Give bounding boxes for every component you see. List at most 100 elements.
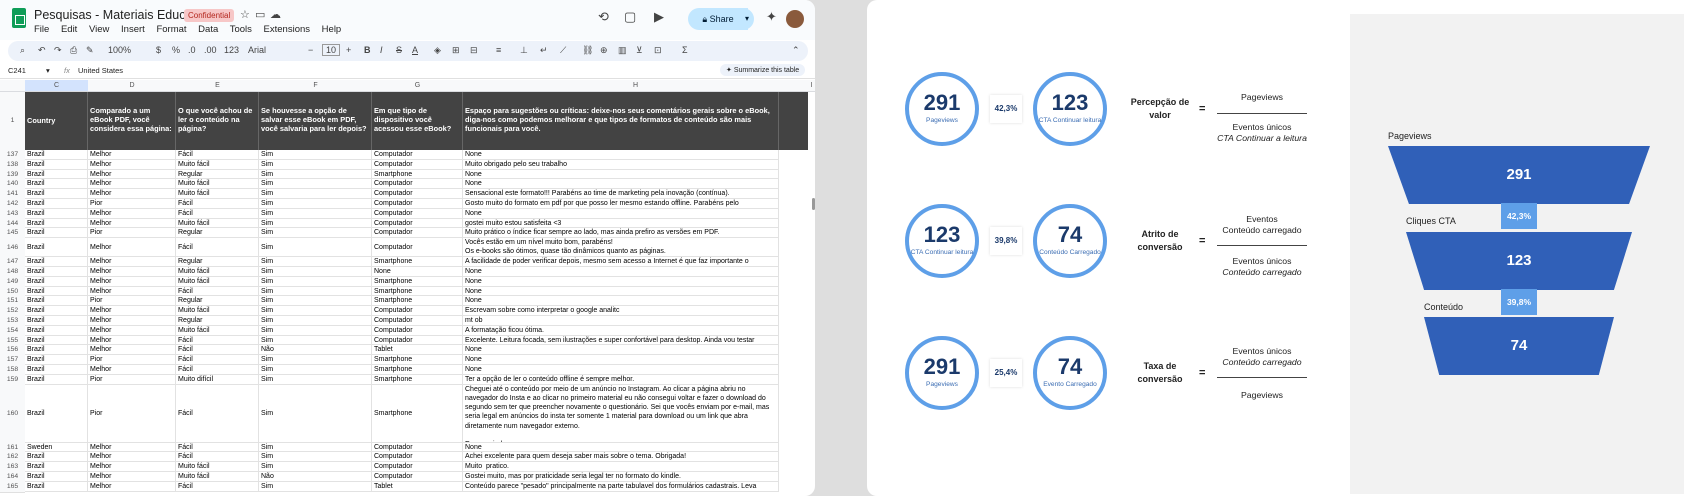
cell-device[interactable]: Tablet [372,345,463,356]
cell-comparison[interactable]: Melhor [88,481,176,492]
classification-badge[interactable]: Confidential [184,9,235,22]
cell-country[interactable]: Brazil [25,452,88,463]
cell-device[interactable]: Smartphone [372,286,463,297]
cell-comparison[interactable]: Pior [88,228,176,239]
cell-country[interactable]: Brazil [25,150,88,160]
insert-link-icon[interactable]: ⛓ [582,45,593,56]
cell-save-pdf[interactable]: Sim [259,228,372,239]
cell-comparison[interactable]: Melhor [88,345,176,356]
cell-device[interactable]: Computador [372,316,463,326]
cell-save-pdf[interactable]: Sim [259,384,372,443]
cell-reading[interactable]: Fácil [176,238,259,258]
header-reading[interactable]: O que você achou de ler o conteúdo na pá… [176,92,259,150]
cell-comparison[interactable]: Melhor [88,462,176,472]
menu-extensions[interactable]: Extensions [264,24,310,35]
bold-button[interactable]: B [364,45,371,55]
cell-reading[interactable]: Muito fácil [176,218,259,229]
name-box-dropdown-icon[interactable]: ▾ [46,66,50,75]
cell-device[interactable]: Smartphone [372,257,463,267]
cell-device[interactable]: Computador [372,159,463,170]
cell-reading[interactable]: Muito fácil [176,306,259,316]
cell-save-pdf[interactable]: Não [259,345,372,356]
cell-country[interactable]: Brazil [25,384,88,443]
cell-comparison[interactable]: Melhor [88,286,176,297]
cell-suggestion[interactable]: Muito pratico. [463,462,779,472]
cell-country[interactable]: Sweden [25,442,88,453]
row-number[interactable]: 1 [0,92,25,151]
cell-comparison[interactable]: Pior [88,199,176,209]
cell-country[interactable]: Brazil [25,218,88,229]
cell-suggestion[interactable]: None [463,208,779,219]
cell-comparison[interactable]: Melhor [88,238,176,258]
cell-save-pdf[interactable]: Sim [259,150,372,160]
font-size-input[interactable]: 10 [322,44,341,56]
cell-comparison[interactable]: Melhor [88,189,176,199]
cell-device[interactable]: None [372,267,463,277]
cell-suggestion[interactable]: None [463,345,779,356]
cell-reading[interactable]: Muito fácil [176,189,259,199]
cell-comparison[interactable]: Melhor [88,150,176,160]
menu-file[interactable]: File [34,24,49,35]
header-country[interactable]: Country [25,92,88,150]
cell-save-pdf[interactable]: Sim [259,159,372,170]
cell-comparison[interactable]: Pior [88,384,176,443]
cell-country[interactable]: Brazil [25,189,88,199]
decrease-decimal-button[interactable]: .0 [188,45,196,55]
cell-reading[interactable]: Regular [176,296,259,307]
column-header-i[interactable]: I [808,80,815,92]
cell-country[interactable]: Brazil [25,462,88,472]
cell-device[interactable]: Computador [372,208,463,219]
cell-device[interactable]: Computador [372,238,463,258]
cell-country[interactable]: Brazil [25,159,88,170]
cell-comparison[interactable]: Melhor [88,218,176,229]
percent-format-button[interactable]: % [172,45,180,55]
cell-save-pdf[interactable]: Sim [259,267,372,277]
share-dropdown-icon[interactable]: ▾ [740,8,754,30]
cell-device[interactable]: Smartphone [372,365,463,375]
cell-save-pdf[interactable]: Sim [259,208,372,219]
cell-device[interactable]: Computador [372,189,463,199]
cell-save-pdf[interactable]: Sim [259,199,372,209]
cell-country[interactable]: Brazil [25,481,88,492]
undo-icon[interactable]: ↶ [38,45,46,56]
menu-tools[interactable]: Tools [230,24,252,35]
cell-suggestion[interactable]: Excelente. Leitura focada, sem ilustraçõ… [463,335,779,346]
cell-suggestion[interactable]: None [463,179,779,190]
menu-view[interactable]: View [89,24,109,35]
cell-device[interactable]: Smartphone [372,355,463,365]
star-icon[interactable]: ☆ [240,8,250,21]
cell-country[interactable]: Brazil [25,345,88,356]
cell-country[interactable]: Brazil [25,228,88,239]
functions-button[interactable]: Σ [682,45,688,55]
cell-suggestion[interactable]: Escrevam sobre como interpretar o google… [463,306,779,316]
cell-device[interactable]: Computador [372,150,463,160]
cell-save-pdf[interactable]: Sim [259,316,372,326]
cell-save-pdf[interactable]: Sim [259,355,372,365]
cell-device[interactable]: Computador [372,462,463,472]
cell-reading[interactable]: Muito difícil [176,374,259,385]
cell-country[interactable]: Brazil [25,179,88,190]
header-device[interactable]: Em que tipo de dispositivo você acessou … [372,92,463,150]
cell-save-pdf[interactable]: Sim [259,218,372,229]
share-button[interactable]: 🔒︎ Share [688,8,748,30]
menu-format[interactable]: Format [156,24,186,35]
collapse-toolbar-icon[interactable]: ⌃ [792,45,800,56]
header-save-pdf[interactable]: Se houvesse a opção de salvar esse eBook… [259,92,372,150]
cell-save-pdf[interactable]: Sim [259,452,372,463]
cell-device[interactable]: Computador [372,452,463,463]
cell-device[interactable]: Smartphone [372,169,463,180]
cell-reading[interactable]: Muito fácil [176,179,259,190]
cell-suggestion[interactable]: Gostei muito, mas por praticidade seria … [463,472,779,482]
cell-save-pdf[interactable]: Sim [259,257,372,267]
cell-reading[interactable]: Fácil [176,286,259,297]
history-icon[interactable]: ⟲ [598,9,609,25]
font-select[interactable]: Arial [248,45,266,55]
move-folder-icon[interactable]: ▭ [255,8,265,21]
cell-country[interactable]: Brazil [25,276,88,287]
cell-comparison[interactable]: Melhor [88,442,176,453]
cell-comparison[interactable]: Melhor [88,257,176,267]
cell-country[interactable]: Brazil [25,199,88,209]
cell-comparison[interactable]: Melhor [88,306,176,316]
cell-suggestion[interactable]: None [463,355,779,365]
column-header-h[interactable]: H [463,80,809,92]
